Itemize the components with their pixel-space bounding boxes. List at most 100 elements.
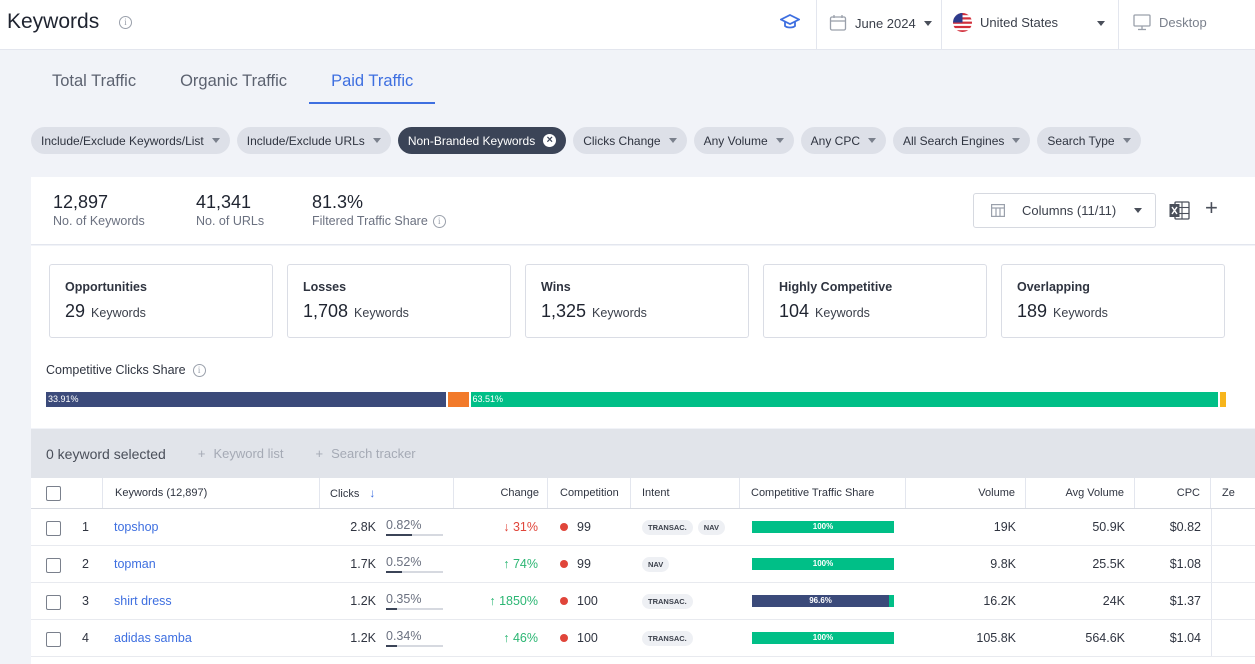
top-bar: Keywords i June 2024 United States Deskt… (0, 0, 1255, 50)
row-number: 4 (82, 631, 89, 645)
header-volume[interactable]: Volume (906, 478, 1026, 508)
date-label: June 2024 (855, 15, 916, 31)
chevron-down-icon (1122, 138, 1131, 143)
share-segment[interactable] (446, 392, 469, 407)
change-cell: ↑ 1850% (454, 583, 538, 619)
cts-main-segment: 100% (752, 521, 894, 533)
filter-search-engines[interactable]: All Search Engines (893, 127, 1031, 154)
excel-export-icon[interactable] (1169, 201, 1190, 225)
filter-label: Any CPC (810, 133, 860, 148)
card-title: Highly Competitive (779, 280, 893, 294)
competitive-traffic-share-bar[interactable]: 96.6% (752, 595, 894, 607)
info-icon[interactable]: i (192, 363, 206, 377)
clicks-value: 1.2K (350, 594, 376, 608)
competitive-clicks-share-title: Competitive Clicks Share i (46, 363, 206, 377)
tab-total-traffic[interactable]: Total Traffic (30, 62, 158, 104)
filter-search-type[interactable]: Search Type (1037, 127, 1141, 154)
row-checkbox[interactable] (46, 595, 61, 610)
stat-traffic-share: 81.3% Filtered Traffic Share i (312, 192, 446, 228)
share-segment[interactable] (1217, 392, 1226, 407)
column-divider (1211, 620, 1212, 656)
change-value: 46% (512, 631, 538, 645)
clicks-share-fill (386, 645, 397, 647)
competitive-traffic-share-bar[interactable]: 100% (752, 521, 894, 533)
avg-volume-value: 24K (1102, 594, 1125, 608)
insights-panel: Opportunities 29 Keywords Losses 1,708 Key… (31, 246, 1255, 428)
table-row[interactable]: 2 topman 1.7K 0.52% ↑ 74% 99 NAV 100% 9.… (31, 546, 1255, 583)
tab-organic-traffic[interactable]: Organic Traffic (158, 62, 309, 104)
add-to-keyword-list-button[interactable]: + Keyword list (198, 446, 284, 461)
header-keywords[interactable]: Keywords (12,897) (103, 478, 320, 508)
filter-volume[interactable]: Any Volume (693, 127, 794, 154)
row-checkbox[interactable] (46, 521, 61, 536)
row-checkbox[interactable] (46, 632, 61, 647)
arrow-up-icon: ↑ (503, 631, 510, 645)
close-icon[interactable]: × (543, 134, 557, 147)
tab-paid-traffic[interactable]: Paid Traffic (309, 62, 436, 104)
competition-dot (560, 523, 568, 531)
header-competition[interactable]: Competition (548, 478, 631, 508)
competitive-traffic-share-bar[interactable]: 100% (752, 632, 894, 644)
add-to-search-tracker-button[interactable]: + Search tracker (316, 446, 416, 461)
add-icon[interactable]: + (1205, 197, 1218, 219)
header-cpc[interactable]: CPC (1135, 478, 1211, 508)
competitive-clicks-share-bar[interactable]: 33.91% 63.51% (46, 392, 1226, 407)
header-clicks[interactable]: Clicks ↓ (320, 478, 454, 508)
table-columns-icon (991, 204, 1005, 217)
stat-label: No. of URLs (196, 214, 265, 228)
share-segment[interactable]: 33.91% (46, 392, 447, 407)
header-competitive-traffic-share[interactable]: Competitive Traffic Share (740, 478, 906, 508)
card-wins[interactable]: Wins 1,325 Keywords (525, 264, 749, 338)
filter-label: All Search Engines (903, 133, 1005, 148)
share-segment[interactable]: 63.51% (468, 392, 1218, 407)
competition-cell: 100 (560, 620, 598, 656)
info-icon[interactable]: i (432, 214, 446, 228)
country-selector[interactable]: United States (953, 13, 1058, 32)
competition-dot (560, 597, 568, 605)
volume-value: 105.8K (976, 631, 1016, 645)
table-row[interactable]: 3 shirt dress 1.2K 0.35% ↑ 1850% 100 TRA… (31, 583, 1255, 620)
intent-badge: TRANSAC. (642, 594, 693, 610)
card-opportunities[interactable]: Opportunities 29 Keywords (49, 264, 273, 338)
clicks-share-percent: 0.82% (386, 518, 422, 532)
keyword-link[interactable]: topman (114, 546, 156, 582)
us-flag-icon (953, 13, 972, 32)
table-row[interactable]: 4 adidas samba 1.2K 0.34% ↑ 46% 100 TRAN… (31, 620, 1255, 657)
filter-cpc[interactable]: Any CPC (800, 127, 886, 154)
card-overlapping[interactable]: Overlapping 189 Keywords (1001, 264, 1225, 338)
keyword-link[interactable]: adidas samba (114, 620, 192, 656)
filter-urls[interactable]: Include/Exclude URLs (236, 127, 391, 154)
row-checkbox[interactable] (46, 558, 61, 573)
cpc-value: $1.08 (1169, 557, 1201, 571)
header-change[interactable]: Change (454, 478, 548, 508)
clicks-value: 2.8K (350, 520, 376, 534)
keyword-link[interactable]: shirt dress (114, 583, 172, 619)
filter-clicks-change[interactable]: Clicks Change (573, 127, 687, 154)
cts-main-segment: 100% (752, 632, 894, 644)
chevron-down-icon[interactable] (1097, 21, 1105, 26)
card-losses[interactable]: Losses 1,708 Keywords (287, 264, 511, 338)
columns-button[interactable]: Columns (11/11) (973, 193, 1156, 228)
competitive-traffic-share-bar[interactable]: 100% (752, 558, 894, 570)
chevron-down-icon (923, 20, 932, 26)
filter-keywords-list[interactable]: Include/Exclude Keywords/List (31, 127, 230, 154)
table-row[interactable]: 1 topshop 2.8K 0.82% ↓ 31% 99 TRANSAC. NA… (31, 509, 1255, 546)
chevron-down-icon (372, 138, 381, 143)
card-highly-competitive[interactable]: Highly Competitive 104 Keywords (763, 264, 987, 338)
column-divider (1211, 546, 1212, 582)
graduation-cap-icon[interactable] (778, 13, 802, 36)
header-avg-volume[interactable]: Avg Volume (1026, 478, 1135, 508)
header-extra[interactable]: Ze (1211, 478, 1255, 508)
date-picker[interactable]: June 2024 (829, 14, 932, 32)
cts-main-segment: 96.6% (752, 595, 890, 607)
select-all-checkbox[interactable] (46, 486, 61, 501)
change-value: 1850% (499, 594, 538, 608)
action-label: Keyword list (213, 446, 284, 461)
keyword-link[interactable]: topshop (114, 509, 158, 545)
filter-label: Any Volume (703, 133, 768, 148)
divider (941, 0, 942, 50)
info-icon[interactable]: i (119, 16, 132, 29)
device-selector[interactable]: Desktop (1133, 14, 1207, 31)
filter-non-branded[interactable]: Non-Branded Keywords × (397, 127, 567, 154)
header-intent[interactable]: Intent (631, 478, 740, 508)
